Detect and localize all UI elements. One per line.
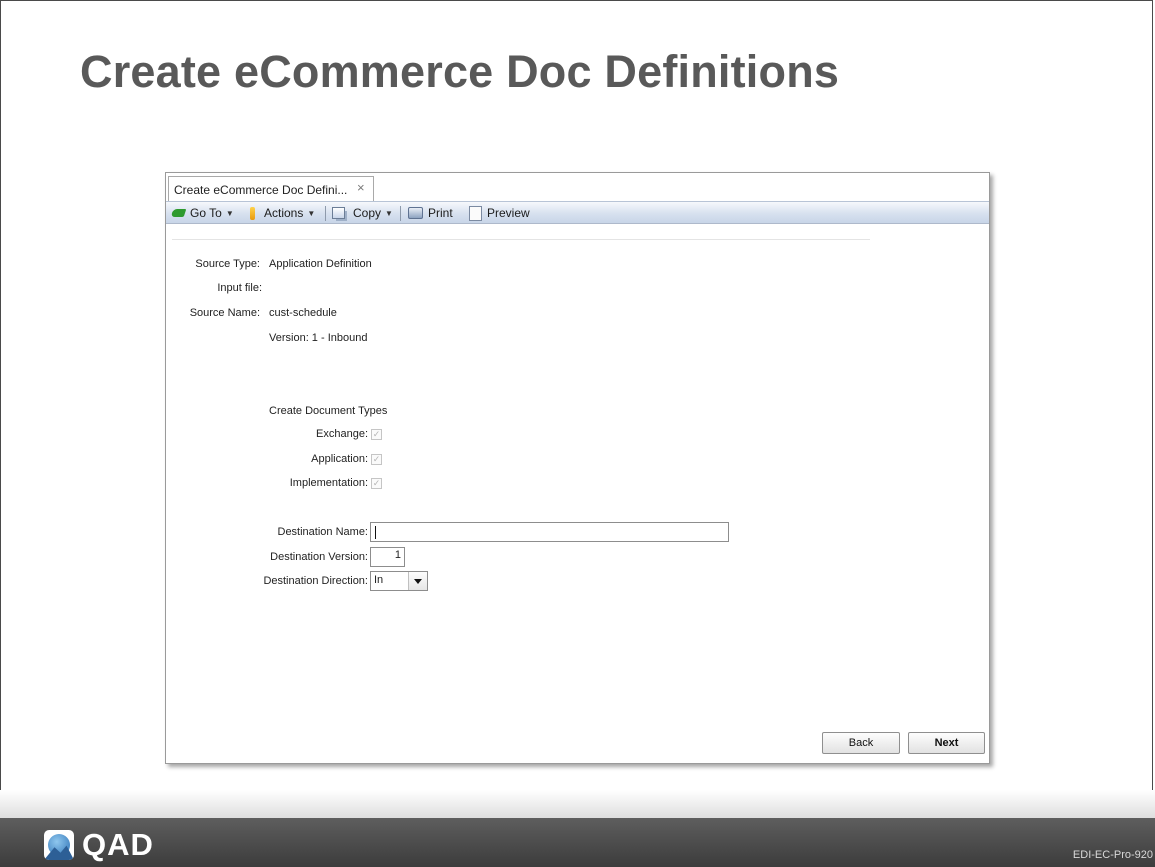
goto-button[interactable]: Go To ▼ (170, 205, 234, 221)
chevron-down-icon: ▼ (385, 208, 393, 218)
create-document-types-heading: Create Document Types (269, 405, 388, 417)
qad-logo-icon (44, 830, 74, 860)
destination-direction-value: In (374, 574, 384, 586)
destination-name-label: Destination Name: (277, 526, 369, 538)
source-type-label: Source Type: (195, 258, 260, 270)
input-file-label: Input file: (217, 282, 262, 294)
tab-label: Create eCommerce Doc Defini... (174, 183, 348, 197)
chevron-down-icon: ▼ (307, 208, 316, 218)
destination-direction-label: Destination Direction: (263, 575, 368, 587)
goto-label: Go To (190, 206, 222, 220)
version-text: Version: 1 - Inbound (269, 332, 368, 344)
next-button[interactable]: Next (908, 732, 985, 754)
implementation-checkbox[interactable]: ✓ (371, 478, 382, 489)
destination-direction-select[interactable]: In (370, 571, 428, 591)
toolbar: Go To ▼ Actions ▼ Copy ▼ Print Preview (166, 201, 989, 224)
qad-logo: QAD (44, 827, 154, 863)
text-cursor (375, 526, 376, 539)
slide-code: EDI-EC-Pro-920 (1072, 849, 1153, 861)
destination-version-input[interactable]: 1 (370, 547, 405, 567)
printer-icon (408, 207, 423, 219)
tab-strip: Create eCommerce Doc Defini... × (166, 173, 989, 201)
application-label: Application: (311, 453, 368, 465)
tab-create-ecommerce-doc[interactable]: Create eCommerce Doc Defini... × (168, 176, 374, 201)
close-icon[interactable]: × (357, 180, 365, 195)
destination-version-value: 1 (394, 549, 401, 561)
source-name-label: Source Name: (189, 307, 260, 319)
exchange-label: Exchange: (316, 428, 368, 440)
implementation-label: Implementation: (289, 477, 368, 489)
preview-button[interactable]: Preview (469, 205, 530, 221)
copy-button[interactable]: Copy ▼ (332, 205, 393, 221)
chevron-down-icon: ▼ (225, 208, 234, 218)
footer-gradient (0, 790, 1155, 820)
back-button[interactable]: Back (822, 732, 900, 754)
logo-text: QAD (82, 827, 154, 862)
print-button[interactable]: Print (408, 205, 453, 221)
source-type-value: Application Definition (269, 258, 372, 270)
print-label: Print (428, 206, 453, 220)
destination-name-input[interactable] (370, 522, 729, 542)
toolbar-separator (325, 206, 326, 221)
copy-icon (332, 207, 345, 219)
exchange-checkbox[interactable]: ✓ (371, 429, 382, 440)
chevron-down-icon[interactable] (408, 572, 427, 590)
copy-label: Copy (353, 206, 382, 220)
application-checkbox[interactable]: ✓ (371, 454, 382, 465)
toolbar-separator (400, 206, 401, 221)
destination-version-label: Destination Version: (270, 551, 368, 563)
preview-icon (469, 205, 482, 221)
source-name-value: cust-schedule (269, 307, 337, 319)
actions-label: Actions (264, 206, 304, 220)
lightning-icon (250, 206, 255, 220)
preview-label: Preview (487, 206, 530, 220)
divider (172, 239, 870, 240)
app-window: Create eCommerce Doc Defini... × Go To ▼… (165, 172, 990, 764)
slide-title: Create eCommerce Doc Definitions (80, 46, 840, 97)
actions-button[interactable]: Actions ▼ (250, 205, 315, 221)
goto-arrow-icon (170, 209, 187, 217)
slide-footer: QAD EDI-EC-Pro-920 (0, 818, 1155, 867)
